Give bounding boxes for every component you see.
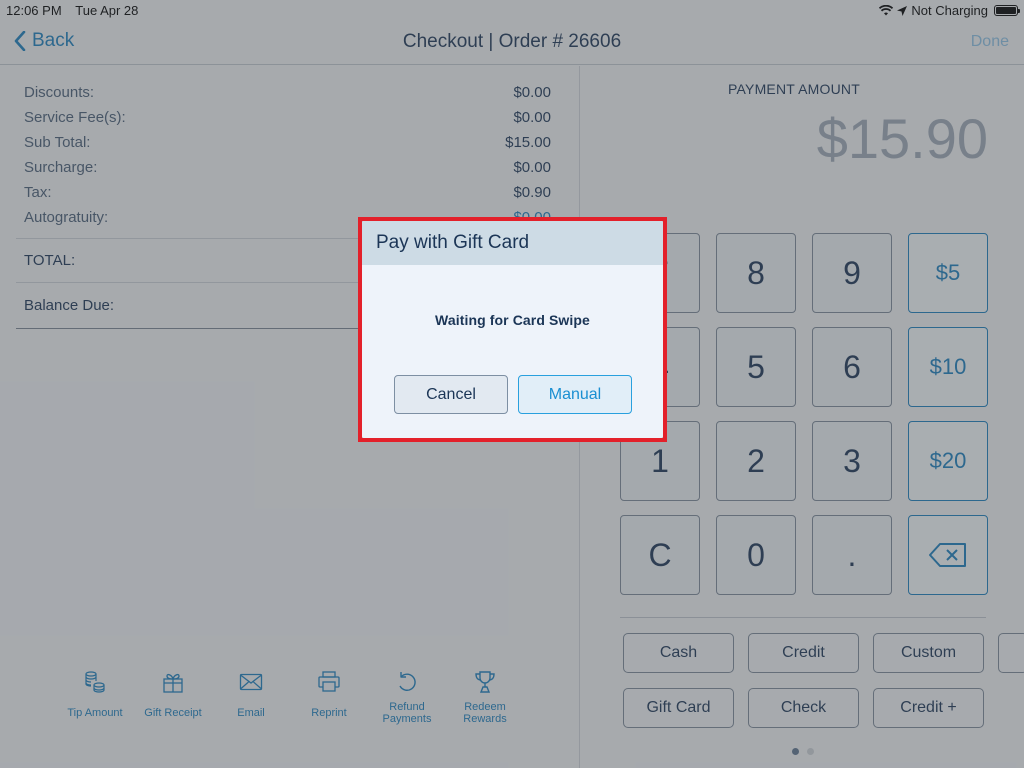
gift-card-dialog: Pay with Gift Card Waiting for Card Swip… bbox=[362, 221, 663, 438]
dialog-message: Waiting for Card Swipe bbox=[435, 312, 590, 328]
cancel-button[interactable]: Cancel bbox=[394, 375, 508, 414]
dialog-header: Pay with Gift Card bbox=[362, 221, 663, 265]
dialog-title: Pay with Gift Card bbox=[376, 232, 530, 253]
manual-entry-button[interactable]: Manual bbox=[518, 375, 632, 414]
